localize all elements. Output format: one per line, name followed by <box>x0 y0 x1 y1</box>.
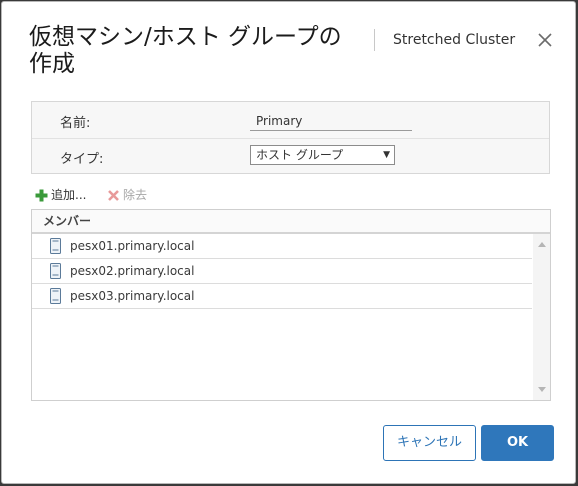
dropdown-caret-icon: ▼ <box>383 150 390 160</box>
ok-button[interactable]: OK <box>481 425 554 461</box>
create-vm-host-group-dialog: 仮想マシン/ホスト グループの作成 Stretched Cluster 名前: … <box>1 1 576 484</box>
scroll-up-icon[interactable] <box>538 242 546 247</box>
cancel-button[interactable]: キャンセル <box>383 425 476 461</box>
add-member-label: 追加... <box>51 188 87 202</box>
plus-icon <box>35 189 48 202</box>
remove-member-button[interactable]: 除去 <box>107 186 147 204</box>
remove-member-label: 除去 <box>123 188 148 202</box>
form-row-divider <box>32 138 549 139</box>
host-name: pesx01.primary.local <box>70 239 195 253</box>
name-input[interactable] <box>250 111 412 131</box>
close-icon <box>538 33 552 47</box>
members-list: メンバー pesx01.primary.local pesx02.primary… <box>31 209 551 401</box>
type-select[interactable]: ホスト グループ ▼ <box>250 145 395 165</box>
type-label: タイプ: <box>60 152 104 167</box>
host-name: pesx02.primary.local <box>70 264 195 278</box>
group-form: 名前: タイプ: ホスト グループ ▼ <box>31 101 550 174</box>
dialog-title: 仮想マシン/ホスト グループの作成 <box>29 24 342 77</box>
close-button[interactable] <box>535 30 555 50</box>
list-item[interactable]: pesx02.primary.local <box>32 259 532 284</box>
type-select-value: ホスト グループ <box>256 148 344 162</box>
name-label: 名前: <box>60 116 91 131</box>
remove-x-icon <box>108 190 119 201</box>
add-member-button[interactable]: 追加... <box>35 186 86 204</box>
host-icon <box>50 288 61 304</box>
dialog-subtitle: Stretched Cluster <box>393 32 516 48</box>
members-scrollbar[interactable] <box>533 234 550 400</box>
host-name: pesx03.primary.local <box>70 289 195 303</box>
host-icon <box>50 263 61 279</box>
list-item[interactable]: pesx01.primary.local <box>32 234 532 259</box>
title-divider <box>374 29 375 51</box>
members-column-header: メンバー <box>32 210 550 234</box>
list-item[interactable]: pesx03.primary.local <box>32 284 532 309</box>
scroll-down-icon[interactable] <box>538 387 546 392</box>
host-icon <box>50 238 61 254</box>
